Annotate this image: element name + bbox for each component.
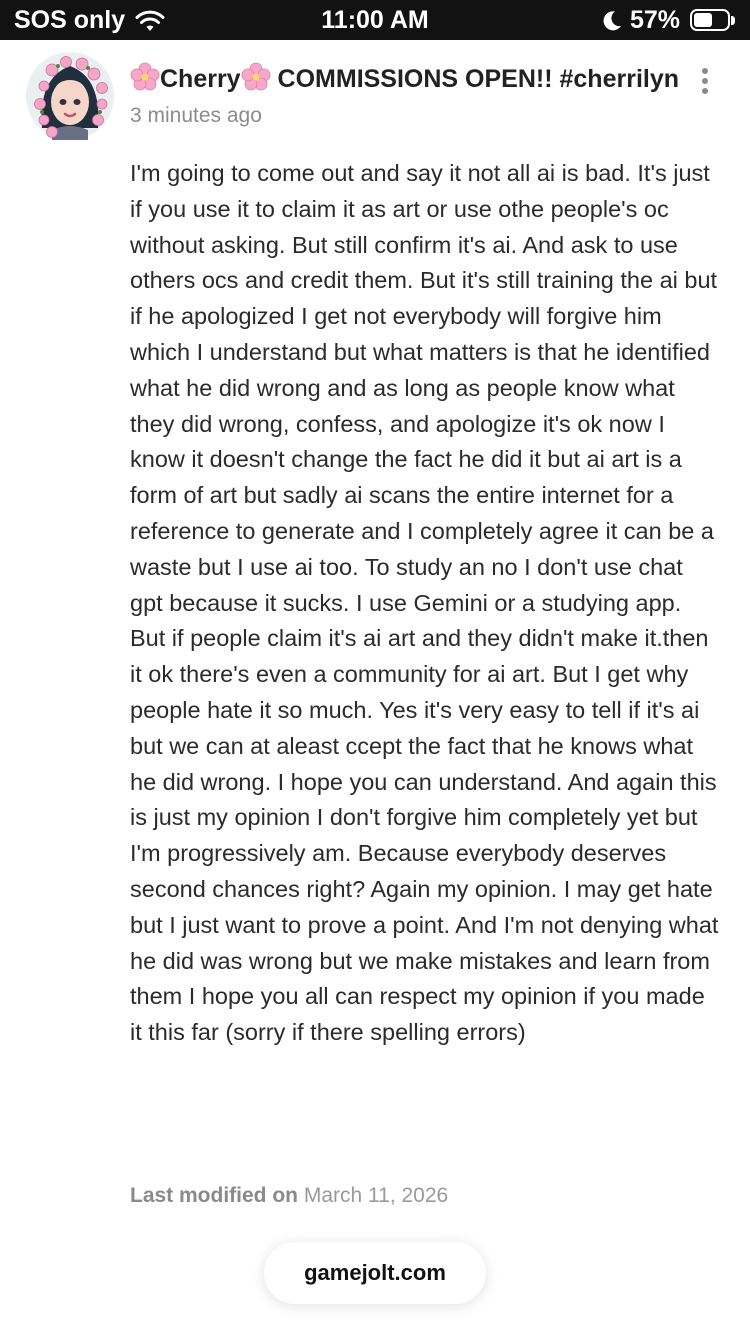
more-options-icon[interactable] [694,66,716,96]
status-bar: SOS only 11:00 AM 57% [0,0,750,40]
last-modified-date: March 11, 2026 [303,1184,449,1207]
author-title-rest: COMMISSIONS OPEN!! #cherrilyn [270,65,680,93]
status-right: 57% [602,6,736,35]
cherry-blossom-icon [241,62,270,91]
moon-icon [603,10,621,30]
author-name: Cherry [160,65,241,93]
post-body: I'm going to come out and say it not all… [130,160,719,1046]
battery-icon [690,8,736,33]
battery-percent: 57% [629,6,680,34]
avatar[interactable] [22,48,118,144]
browser-url-pill[interactable]: gamejolt.com [264,1242,486,1304]
post-timestamp: 3 minutes ago [130,104,262,127]
last-modified: Last modified on March 11, 2026 [130,1184,448,1208]
post-author-title[interactable]: Cherry COMMISSIONS OPEN!! #cherrilyn [130,62,682,94]
cherry-blossom-icon [130,62,160,91]
last-modified-label: Last modified on [130,1184,298,1207]
